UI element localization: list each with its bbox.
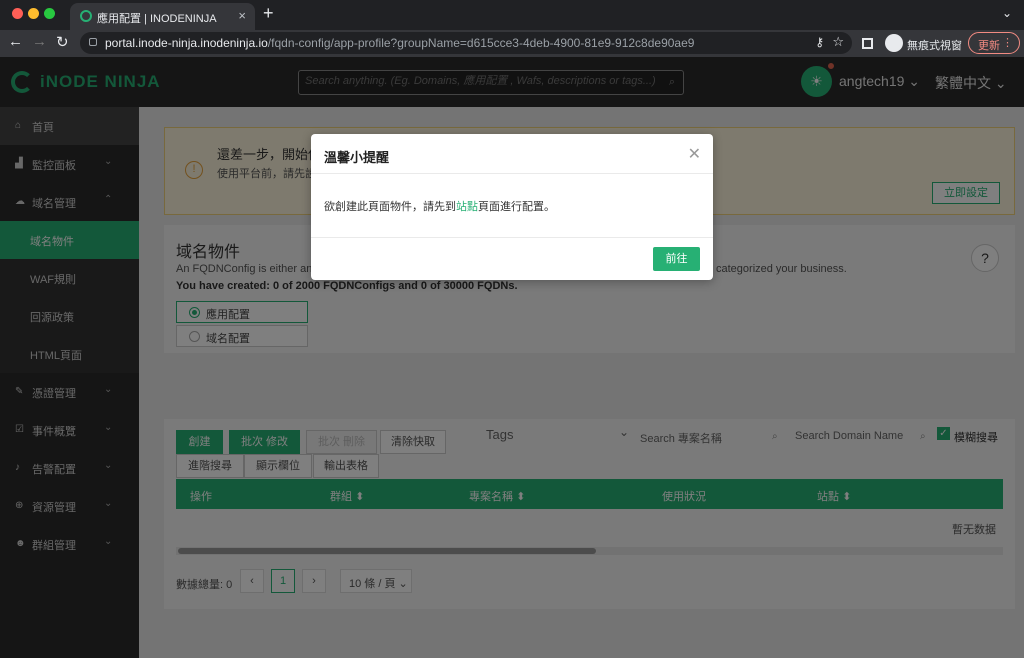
incognito-icon — [885, 34, 903, 52]
minimize-window-button[interactable] — [28, 8, 39, 19]
divider — [311, 237, 713, 238]
maximize-window-button[interactable] — [44, 8, 55, 19]
browser-toolbar: ← → ↻ portal.inode-ninja.inodeninja.io/f… — [0, 30, 1024, 57]
close-icon[interactable]: ✕ — [688, 144, 701, 164]
url-text: portal.inode-ninja.inodeninja.io/fqdn-co… — [105, 36, 695, 50]
incognito-label: 無痕式視窗 — [907, 40, 962, 52]
divider — [311, 173, 713, 174]
sidebar-toggle-icon[interactable] — [862, 38, 873, 49]
new-tab-button[interactable]: + — [263, 3, 274, 24]
tab-strip: 應用配置 | INODENINJA × + ⌄ — [0, 0, 1024, 30]
update-button[interactable]: 更新 ⋮ — [968, 32, 1020, 54]
menu-dots-icon: ⋮ — [1002, 37, 1013, 49]
tab-title: 應用配置 | INODENINJA — [97, 13, 217, 25]
reminder-dialog: 溫馨小提醒 ✕ 欲創建此頁面物件，請先到站點頁面進行配置。 前往 — [311, 134, 713, 280]
address-bar[interactable]: portal.inode-ninja.inodeninja.io/fqdn-co… — [80, 32, 852, 54]
favicon-icon — [80, 10, 92, 22]
tab-search-chevron-icon[interactable]: ⌄ — [1002, 6, 1012, 20]
browser-chrome: 應用配置 | INODENINJA × + ⌄ ← → ↻ portal.ino… — [0, 0, 1024, 57]
forward-icon[interactable]: → — [32, 33, 47, 50]
key-icon[interactable]: ⚷ — [815, 35, 824, 49]
close-window-button[interactable] — [12, 8, 23, 19]
tab-close-icon[interactable]: × — [238, 8, 246, 23]
site-link[interactable]: 站點 — [456, 201, 478, 213]
dialog-title: 溫馨小提醒 — [324, 150, 390, 165]
go-button[interactable]: 前往 — [653, 247, 700, 271]
browser-tab[interactable]: 應用配置 | INODENINJA × — [70, 3, 255, 30]
reload-icon[interactable]: ↻ — [56, 33, 69, 51]
back-icon[interactable]: ← — [8, 33, 23, 50]
lock-icon — [89, 38, 97, 46]
dialog-message: 欲創建此頁面物件，請先到站點頁面進行配置。 — [324, 201, 555, 213]
bookmark-star-icon[interactable]: ☆ — [832, 34, 844, 50]
